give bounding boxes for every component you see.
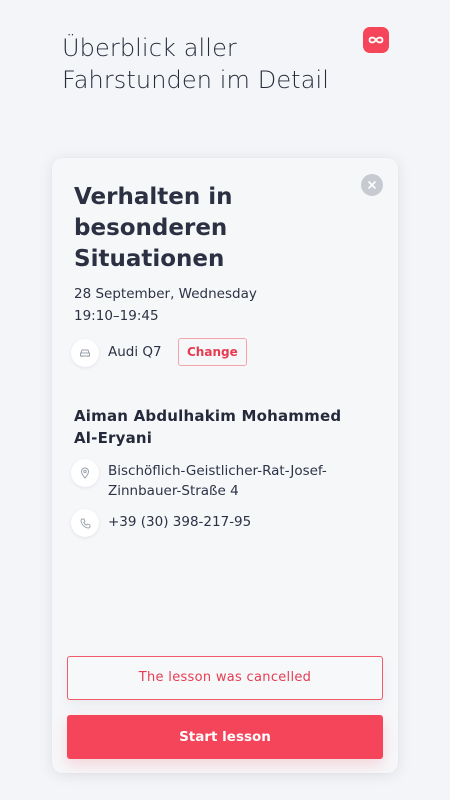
promo-headline: Überblick aller Fahrstunden im Detail: [62, 34, 330, 94]
instructor-name: Aiman Abdulhakim Mohammed Al-Eryani: [74, 407, 342, 447]
phone-icon: [71, 509, 99, 537]
close-icon: [368, 181, 376, 189]
change-car-button[interactable]: Change: [178, 338, 247, 366]
infinity-logo-icon: [363, 27, 389, 53]
instructor-address: Bischöflich-Geistlicher-Rat-Josef-Zinnba…: [108, 463, 327, 499]
close-button[interactable]: [361, 174, 383, 196]
location-pin-icon: [71, 459, 99, 487]
lesson-date: 28 September, Wednesday: [74, 286, 257, 302]
start-lesson-button[interactable]: Start lesson: [67, 715, 383, 759]
car-model: Audi Q7: [108, 344, 162, 360]
lesson-detail-card: Verhalten in besonderen Situationen 28 S…: [52, 158, 398, 773]
cancelled-status-notice: The lesson was cancelled: [67, 656, 383, 700]
car-icon: [71, 339, 99, 367]
app-screen: Überblick aller Fahrstunden im Detail Ve…: [0, 0, 450, 800]
lesson-title: Verhalten in besonderen Situationen: [74, 184, 233, 272]
instructor-phone[interactable]: +39 (30) 398-217-95: [108, 514, 251, 530]
lesson-time: 19:10–19:45: [74, 308, 159, 324]
